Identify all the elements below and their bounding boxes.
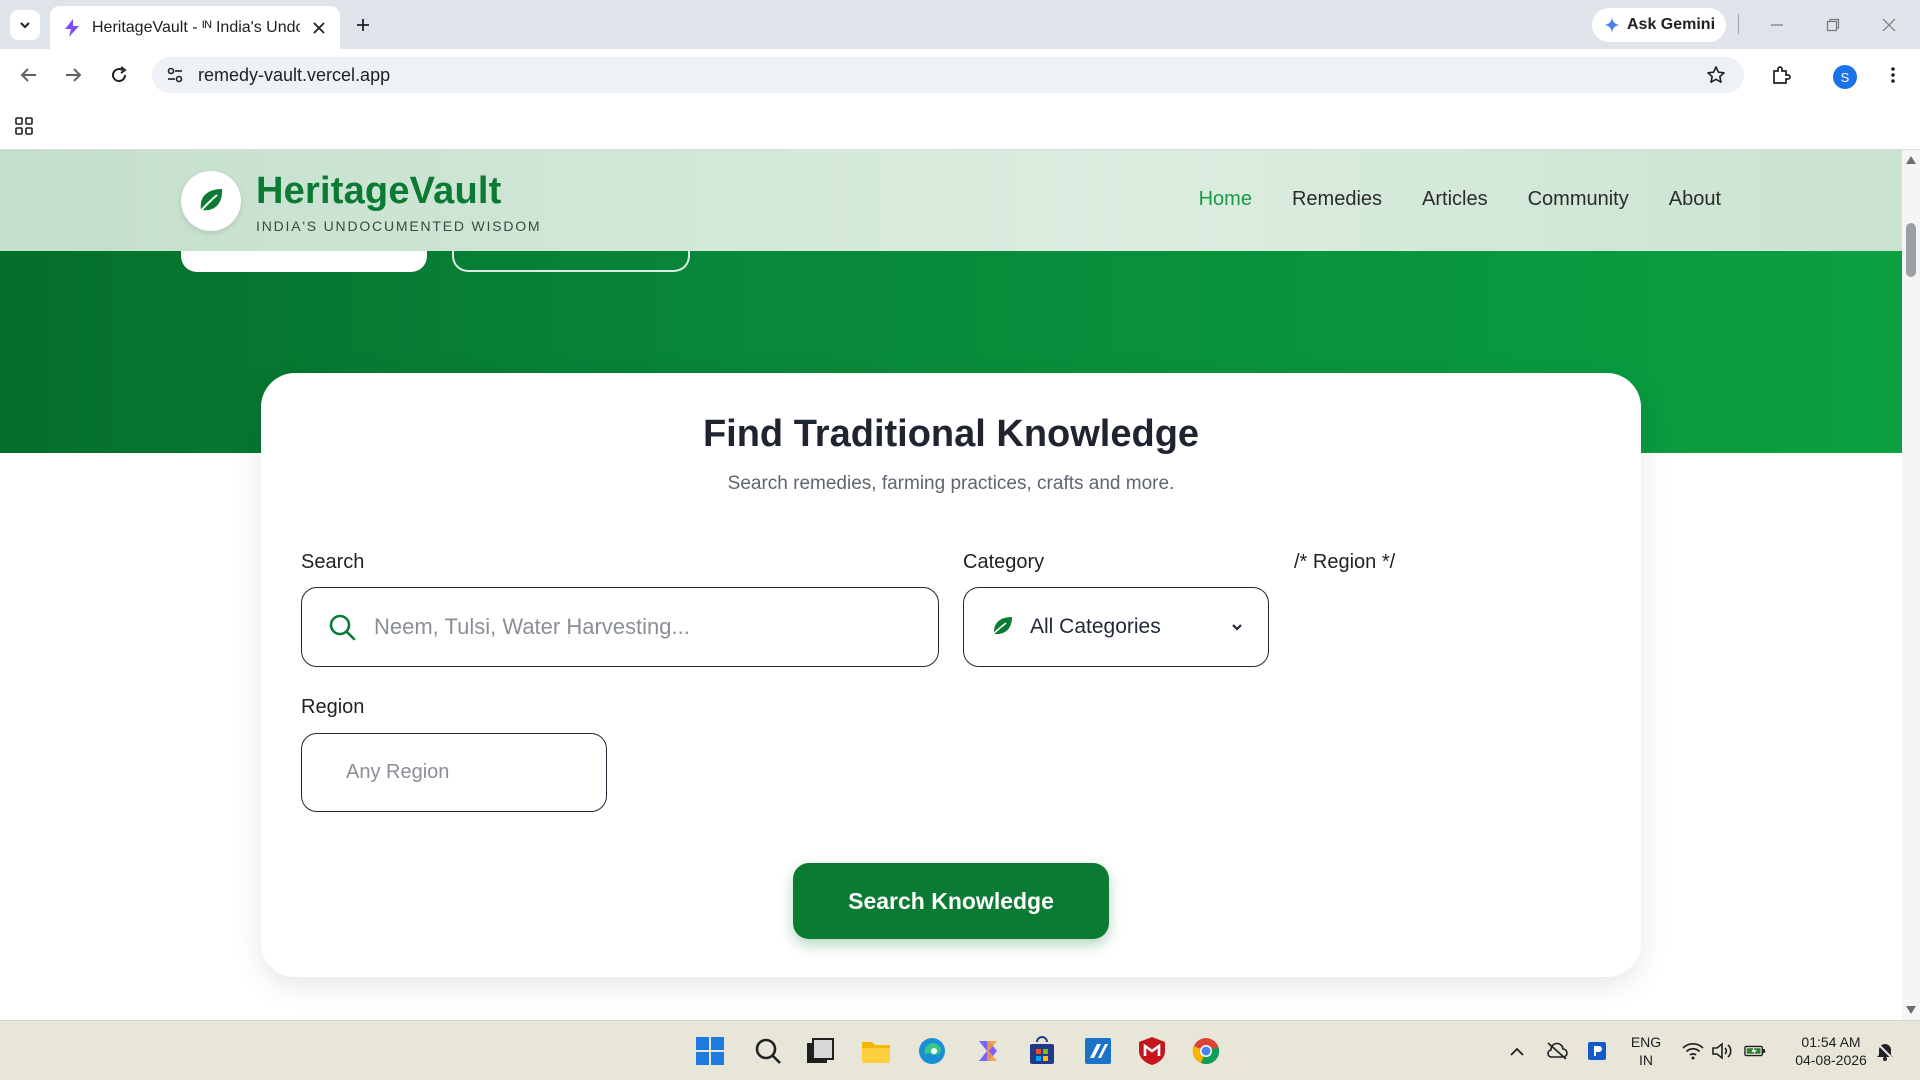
cloud-offline-icon[interactable]: [1546, 1041, 1568, 1061]
plus-icon: [357, 19, 369, 31]
nav-about[interactable]: About: [1669, 188, 1721, 211]
reload-icon: [112, 66, 127, 83]
search-card-title: Find Traditional Knowledge: [702, 413, 1200, 455]
region-code: IN: [1639, 1052, 1653, 1068]
tab-list-button[interactable]: [10, 10, 40, 40]
copilot-icon[interactable]: [972, 1035, 1004, 1067]
browser-tab-bar: HeritageVault - ᴵᴺ India's Undocumented …: [0, 0, 1920, 49]
category-selected-value: All Categories: [1030, 615, 1161, 638]
url-text[interactable]: remedy-vault.vercel.app: [198, 65, 1692, 86]
brand-name[interactable]: HeritageVault: [256, 170, 501, 213]
close-window-button[interactable]: [1876, 12, 1902, 38]
arrow-right-icon: [66, 68, 82, 82]
profile-avatar[interactable]: S: [1833, 65, 1857, 89]
clock-time: 01:54 AM: [1801, 1034, 1861, 1050]
search-icon: [329, 614, 356, 641]
microsoft-store-icon[interactable]: [1026, 1035, 1058, 1067]
tabbar-separator: [1738, 14, 1739, 34]
file-explorer-icon[interactable]: [860, 1035, 892, 1067]
chevron-down-icon: [20, 22, 30, 29]
nav-community[interactable]: Community: [1528, 188, 1629, 211]
task-view-icon[interactable]: [804, 1035, 836, 1067]
edge-browser-icon[interactable]: [916, 1035, 948, 1067]
leaf-logo-icon: [197, 189, 223, 215]
input-language-indicator[interactable]: ENG IN: [1628, 1033, 1664, 1069]
arrow-left-icon: [20, 68, 36, 82]
scroll-up-arrow-icon[interactable]: [1906, 156, 1916, 164]
apps-grid-icon[interactable]: [14, 116, 34, 141]
gemini-sparkle-icon: [1603, 17, 1620, 33]
search-card: Find Traditional Knowledge Search remedi…: [261, 373, 1641, 977]
site-favicon-icon: [65, 18, 79, 37]
search-field[interactable]: [301, 587, 939, 667]
site-header: HeritageVault INDIA'S UNDOCUMENTED WISDO…: [0, 150, 1902, 251]
vscode-icon[interactable]: [1082, 1035, 1114, 1067]
restore-button[interactable]: [1820, 12, 1846, 38]
scroll-thumb[interactable]: [1906, 223, 1916, 277]
notifications-bell-icon[interactable]: [1874, 1041, 1896, 1061]
search-knowledge-button[interactable]: Search Knowledge: [793, 863, 1109, 939]
taskbar-search-icon[interactable]: [752, 1035, 784, 1067]
mcafee-icon[interactable]: [1136, 1035, 1168, 1067]
leaf-icon: [989, 617, 1012, 638]
nav-articles[interactable]: Articles: [1422, 188, 1488, 211]
scroll-down-arrow-icon[interactable]: [1906, 1006, 1916, 1014]
minimize-icon: [1771, 24, 1783, 26]
nav-home[interactable]: Home: [1199, 188, 1252, 211]
region-input[interactable]: [346, 761, 611, 784]
bookmarks-bar: [0, 101, 1920, 150]
tab-close-icon[interactable]: [310, 19, 328, 37]
ask-gemini-label: Ask Gemini: [1626, 16, 1716, 33]
region-field[interactable]: [301, 733, 611, 812]
address-bar[interactable]: remedy-vault.vercel.app: [152, 57, 1744, 93]
logo-badge[interactable]: [181, 171, 241, 231]
page-scrollbar[interactable]: [1902, 150, 1920, 1020]
site-settings-icon[interactable]: [166, 66, 184, 84]
app-tray-icon[interactable]: [1586, 1041, 1608, 1061]
search-label: Search: [301, 551, 365, 573]
browser-toolbar: remedy-vault.vercel.app S: [0, 49, 1920, 101]
category-label: Category: [963, 551, 1045, 573]
forward-button[interactable]: [58, 60, 88, 90]
puzzle-icon: [1773, 66, 1791, 84]
restore-icon: [1826, 18, 1840, 32]
chevron-down-icon: [1232, 624, 1242, 631]
search-input[interactable]: [374, 614, 938, 640]
ask-gemini-button[interactable]: Ask Gemini: [1592, 8, 1726, 42]
back-button[interactable]: [14, 60, 44, 90]
region-label: Region: [301, 696, 365, 718]
minimize-button[interactable]: [1764, 12, 1790, 38]
tab-title: HeritageVault - ᴵᴺ India's Undocumented …: [92, 18, 300, 36]
clock[interactable]: 01:54 AM 04-08-2026: [1786, 1033, 1876, 1069]
new-tab-button[interactable]: [350, 12, 376, 38]
chrome-icon[interactable]: [1190, 1035, 1222, 1067]
brand-tagline: INDIA'S UNDOCUMENTED WISDOM: [256, 218, 542, 234]
nav-remedies[interactable]: Remedies: [1292, 188, 1382, 211]
page-viewport: HeritageVault INDIA'S UNDOCUMENTED WISDO…: [0, 150, 1902, 1020]
close-icon: [1882, 18, 1896, 32]
windows-start-icon[interactable]: [694, 1035, 726, 1067]
region-comment-text: /* Region */: [1294, 551, 1396, 573]
windows-taskbar: ENG IN 01:54 AM 04-08-2026: [0, 1020, 1920, 1080]
main-nav: Home Remedies Articles Community About: [1199, 188, 1721, 211]
show-hidden-icons-chevron-up-icon[interactable]: [1506, 1041, 1528, 1061]
volume-icon[interactable]: [1712, 1041, 1734, 1061]
more-vertical-icon: [1891, 67, 1895, 83]
language-code: ENG: [1630, 1034, 1662, 1050]
reload-button[interactable]: [104, 60, 134, 90]
active-tab[interactable]: HeritageVault - ᴵᴺ India's Undocumented …: [50, 6, 340, 49]
search-card-subtitle: Search remedies, farming practices, craf…: [727, 473, 1175, 494]
clock-date: 04-08-2026: [1795, 1052, 1867, 1068]
battery-charging-icon[interactable]: [1744, 1041, 1766, 1061]
extensions-button[interactable]: [1766, 60, 1796, 90]
wifi-icon[interactable]: [1682, 1041, 1704, 1061]
browser-menu-button[interactable]: [1878, 60, 1908, 90]
bookmark-star-icon[interactable]: [1706, 65, 1726, 85]
category-select[interactable]: All Categories: [963, 587, 1269, 667]
